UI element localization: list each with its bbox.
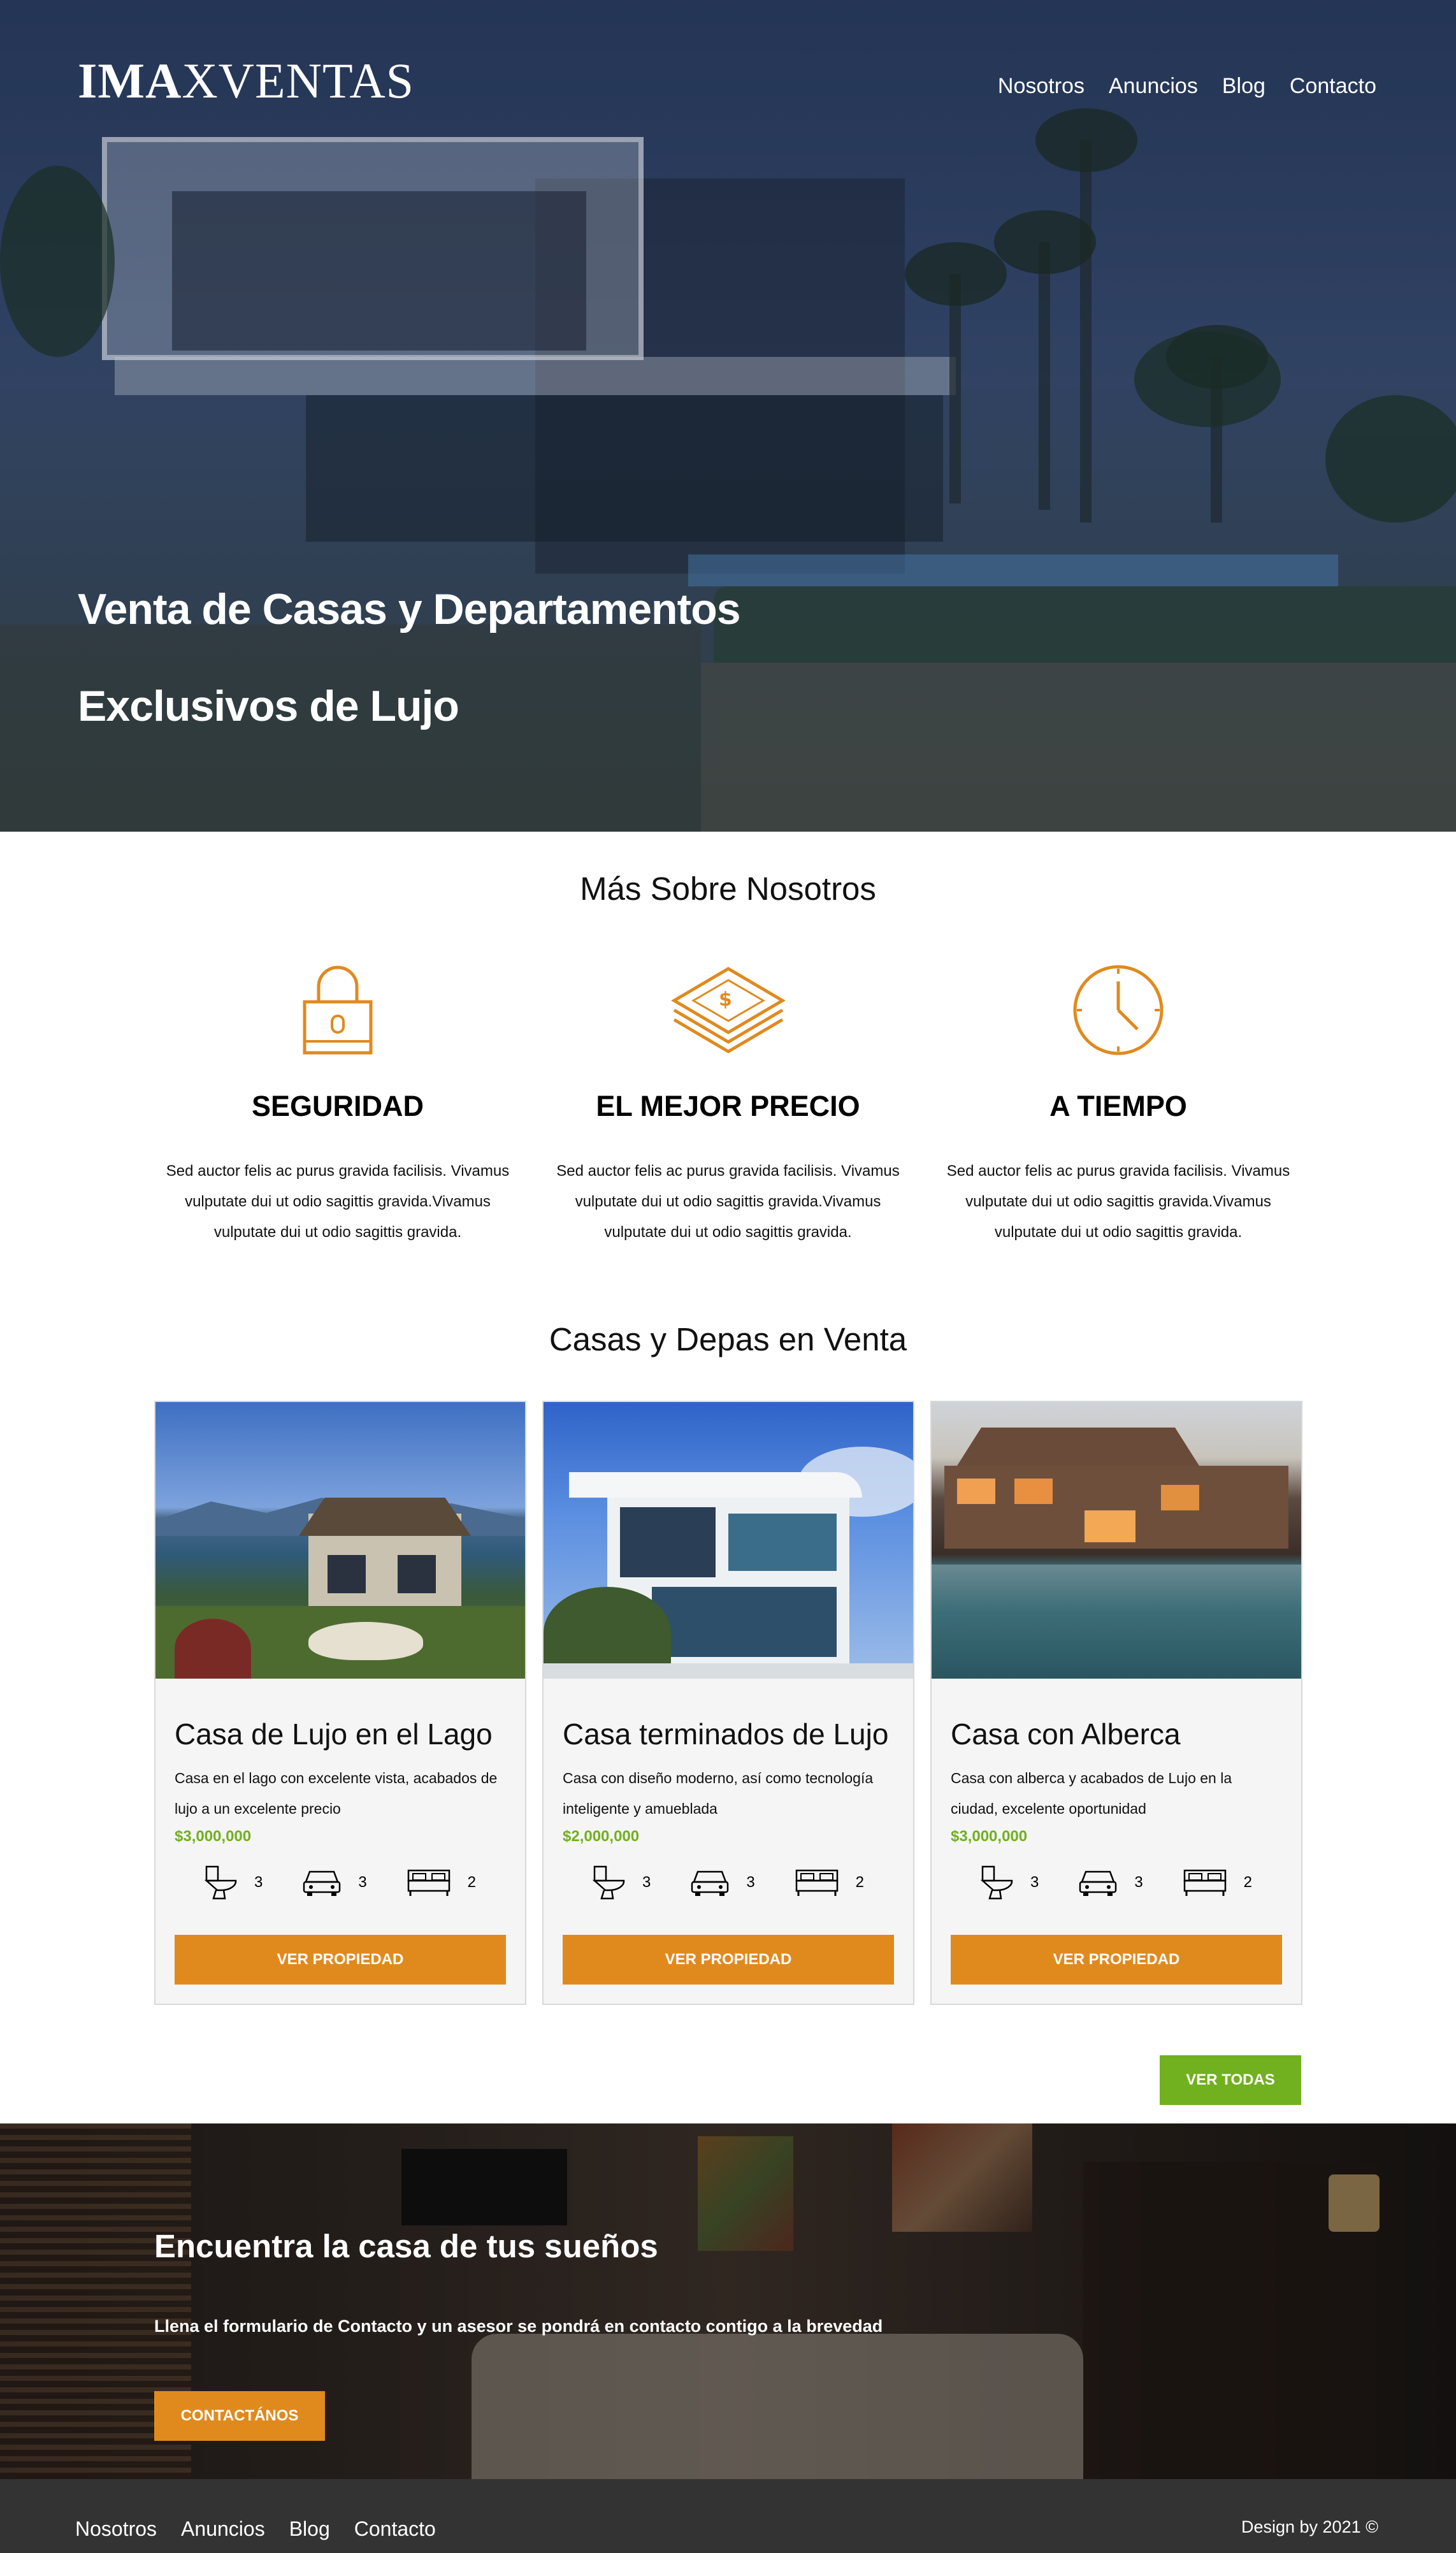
footer-nav-blog[interactable]: Blog [289,2517,330,2541]
nav-blog[interactable]: Blog [1222,74,1265,99]
listing-card: Casa con Alberca Casa con alberca y acab… [930,1401,1302,2005]
see-all-button[interactable]: VER TODAS [1160,2055,1301,2105]
lock-icon [303,966,373,1055]
clock-icon [1073,965,1164,1055]
feature-title: EL MEJOR PRECIO [596,1090,860,1122]
bath-count: 3 [1030,1874,1039,1891]
listing-title: Casa de Lujo en el Lago [175,1718,493,1751]
bed-count: 2 [855,1874,865,1891]
footer-nav-contacto[interactable]: Contacto [354,2517,436,2541]
cta-text: Llena el formulario de Contacto y un ase… [154,2317,883,2336]
car-icon [303,1870,341,1896]
nav-contacto[interactable]: Contacto [1290,74,1376,99]
footer-nav-nosotros[interactable]: Nosotros [75,2517,157,2541]
contact-button[interactable]: CONTACTÁNOS [154,2391,325,2441]
feature-seguridad: SEGURIDAD Sed auctor felis ac purus grav… [153,956,523,1248]
hero-title-line2: Exclusivos de Lujo [78,682,459,730]
listings-title: Casas y Depas en Venta [549,1321,907,1357]
listing-cards: Casa de Lujo en el Lago Casa en el lago … [154,1401,1302,2005]
toilet-icon [980,1865,1013,1900]
feature-mejor-precio: $ EL MEJOR PRECIO Sed auctor felis ac pu… [544,956,913,1248]
listing-price: $3,000,000 [175,1828,252,1845]
listing-card: Casa terminados de Lujo Casa con diseño … [542,1401,914,2005]
feature-text: Sed auctor felis ac purus gravida facili… [946,1162,1290,1241]
listing-card: Casa de Lujo en el Lago Casa en el lago … [154,1401,526,2005]
feature-title: SEGURIDAD [251,1090,424,1122]
hero-title-line1: Venta de Casas y Departamentos [78,585,741,633]
site-logo[interactable]: IMAXVENTAS [78,52,414,110]
bed-count: 2 [467,1874,477,1891]
footer-nav: Nosotros Anuncios Blog Contacto [75,2517,436,2541]
listing-price: $2,000,000 [563,1828,640,1845]
bed-icon [407,1869,450,1896]
feature-text: Sed auctor felis ac purus gravida facili… [166,1162,510,1241]
property-photo-modern-house [544,1402,913,1679]
property-photo-lake-house [155,1402,525,1679]
parking-count: 3 [746,1874,755,1891]
listing-amenities: 3 3 2 [951,1865,1282,1900]
listing-description: Casa con diseño moderno, así como tecnol… [563,1770,874,1817]
logo-bold: IMA [78,53,182,108]
listing-amenities: 3 3 2 [175,1865,506,1900]
toilet-icon [592,1865,625,1900]
main-nav: Nosotros Anuncios Blog Contacto [998,74,1376,99]
footer [0,2479,1456,2553]
listing-title: Casa terminados de Lujo [563,1718,889,1751]
view-property-button[interactable]: VER PROPIEDAD [175,1935,506,1985]
listing-amenities: 3 3 2 [563,1865,894,1900]
about-title: Más Sobre Nosotros [580,871,876,907]
car-icon [691,1870,729,1896]
bed-icon [1183,1869,1226,1896]
cta-title: Encuentra la casa de tus sueños [154,2228,658,2264]
features-row: SEGURIDAD Sed auctor felis ac purus grav… [153,956,1303,1248]
listing-description: Casa con alberca y acabados de Lujo en l… [951,1770,1232,1817]
parking-count: 3 [1134,1874,1143,1891]
toilet-icon [204,1865,237,1900]
feature-text: Sed auctor felis ac purus gravida facili… [556,1162,900,1241]
money-icon: $ [670,967,786,1053]
feature-a-tiempo: A TIEMPO Sed auctor felis ac purus gravi… [933,956,1303,1248]
nav-nosotros[interactable]: Nosotros [998,74,1085,99]
feature-title: A TIEMPO [1049,1090,1187,1122]
footer-credit: Design by 2021 © [1241,2517,1378,2536]
property-photo-pool-house [932,1402,1301,1679]
bath-count: 3 [642,1874,651,1891]
view-property-button[interactable]: VER PROPIEDAD [563,1935,894,1985]
bed-icon [795,1869,838,1896]
listing-title: Casa con Alberca [951,1718,1181,1751]
footer-nav-anuncios[interactable]: Anuncios [181,2517,265,2541]
svg-text:$: $ [719,988,732,1011]
hero-title: Venta de Casas y Departamentos Exclusivo… [78,561,741,755]
bath-count: 3 [254,1874,263,1891]
logo-regular: XVENTAS [182,53,415,108]
listing-price: $3,000,000 [951,1828,1028,1845]
listing-description: Casa en el lago con excelente vista, aca… [175,1770,498,1817]
car-icon [1079,1870,1117,1896]
view-property-button[interactable]: VER PROPIEDAD [951,1935,1282,1985]
nav-anuncios[interactable]: Anuncios [1109,74,1198,99]
parking-count: 3 [358,1874,367,1891]
bed-count: 2 [1243,1874,1253,1891]
